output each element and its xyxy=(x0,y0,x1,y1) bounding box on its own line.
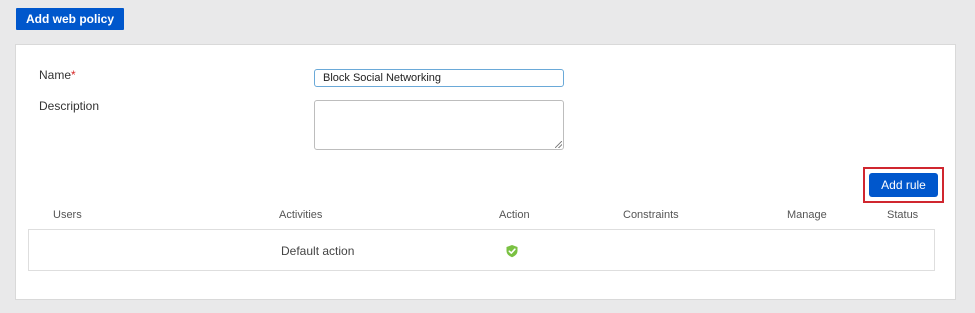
header-status: Status xyxy=(887,209,919,221)
required-mark: * xyxy=(71,68,76,82)
policy-form-panel: Name* Description Add rule Users Activit… xyxy=(15,44,956,300)
shield-check-icon xyxy=(505,244,519,258)
rules-table-header: Users Activities Action Constraints Mana… xyxy=(16,209,955,223)
row-activity: Default action xyxy=(281,244,355,258)
add-rule-button[interactable]: Add rule xyxy=(869,173,938,197)
name-label: Name* xyxy=(39,68,76,82)
header-constraints: Constraints xyxy=(623,209,679,221)
header-manage: Manage xyxy=(787,209,827,221)
header-users: Users xyxy=(53,209,82,221)
header-action: Action xyxy=(499,209,530,221)
header-activities: Activities xyxy=(279,209,323,221)
description-field-wrap xyxy=(314,100,564,150)
table-row[interactable]: Default action xyxy=(28,229,935,271)
resize-grip-icon[interactable] xyxy=(555,141,562,148)
description-label: Description xyxy=(39,99,100,113)
description-textarea[interactable] xyxy=(314,100,564,150)
add-web-policy-button[interactable]: Add web policy xyxy=(16,8,125,30)
name-label-text: Name xyxy=(39,68,72,82)
name-input[interactable] xyxy=(314,69,564,87)
add-rule-highlight: Add rule xyxy=(863,167,944,203)
